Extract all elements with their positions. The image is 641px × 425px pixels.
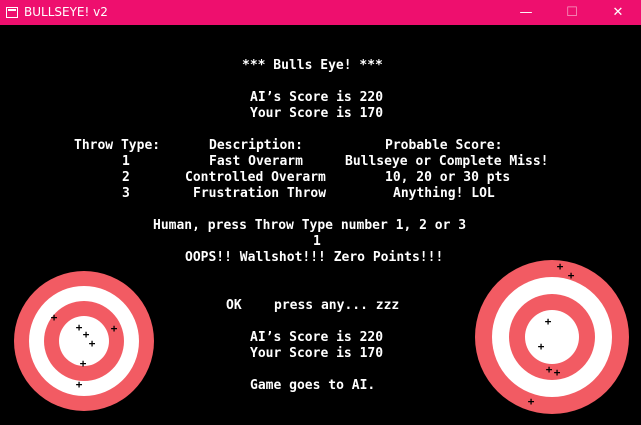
dart-mark-icon: + — [89, 337, 96, 350]
dart-mark-icon: + — [528, 395, 535, 408]
header-probable-score: Probable Score: — [385, 138, 503, 153]
throw-prompt: Human, press Throw Type number 1, 2 or 3 — [153, 218, 467, 233]
row-1-type: 1 — [122, 154, 130, 169]
continue-ok: OK — [226, 298, 242, 313]
dart-mark-icon: + — [76, 321, 83, 334]
right-target: + + + + + + + — [475, 260, 629, 414]
header-throw-type: Throw Type: — [74, 138, 161, 153]
right-target-bull-white — [525, 310, 579, 364]
dart-mark-icon: + — [111, 322, 118, 335]
row-2-score: 10, 20 or 30 pts — [385, 170, 511, 185]
minimize-button[interactable]: — — [503, 0, 549, 25]
left-target: + + + + + + + — [14, 271, 154, 411]
dart-mark-icon: + — [557, 260, 564, 273]
row-3-type: 3 — [122, 186, 130, 201]
row-2-type: 2 — [122, 170, 130, 185]
ai-score-top: AI’s Score is 220 — [250, 90, 384, 105]
your-score-top: Your Score is 170 — [250, 106, 384, 121]
row-1-description: Fast Overarm — [209, 154, 303, 169]
close-button[interactable]: ✕ — [595, 0, 641, 25]
dart-mark-icon: + — [554, 366, 561, 379]
header-description: Description: — [209, 138, 303, 153]
row-1-score: Bullseye or Complete Miss! — [345, 154, 549, 169]
your-score-bottom: Your Score is 170 — [250, 346, 384, 361]
row-2-description: Controlled Overarm — [185, 170, 326, 185]
dart-mark-icon: + — [545, 315, 552, 328]
dart-mark-icon: + — [568, 269, 575, 282]
throw-result: OOPS!! Wallshot!!! Zero Points!!! — [185, 250, 444, 265]
maximize-button[interactable]: ☐ — [549, 0, 595, 25]
row-3-score: Anything! LOL — [393, 186, 495, 201]
ai-score-bottom: AI’s Score is 220 — [250, 330, 384, 345]
dart-mark-icon: + — [546, 363, 553, 376]
console-area[interactable]: + + + + + + + + + + + + + + *** Bulls Ey… — [0, 25, 641, 425]
dart-mark-icon: + — [76, 378, 83, 391]
row-3-description: Frustration Throw — [193, 186, 327, 201]
title-bar: BULLSEYE! v2 — ☐ ✕ — [0, 0, 641, 25]
dart-mark-icon: + — [538, 340, 545, 353]
continue-prompt: press any... zzz — [274, 298, 400, 313]
window-title: BULLSEYE! v2 — [24, 5, 108, 19]
game-outcome: Game goes to AI. — [250, 378, 376, 393]
dart-mark-icon: + — [51, 311, 58, 324]
console-app-icon — [6, 7, 18, 18]
dart-mark-icon: + — [80, 357, 87, 370]
game-heading: *** Bulls Eye! *** — [242, 58, 383, 73]
throw-input-value[interactable]: 1 — [313, 235, 321, 249]
